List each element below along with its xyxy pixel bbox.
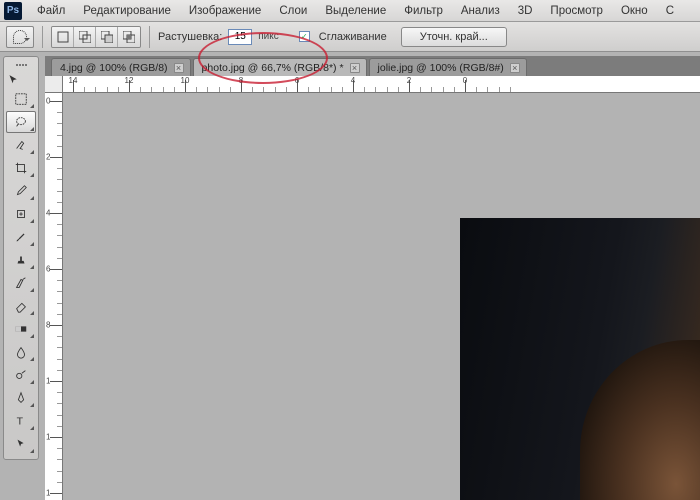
tab-label: jolie.jpg @ 100% (RGB/8#) [378, 62, 504, 74]
close-icon[interactable]: × [510, 63, 520, 73]
canvas-background[interactable] [63, 93, 700, 500]
crop-tool[interactable] [6, 157, 36, 179]
menu-3d[interactable]: 3D [509, 2, 542, 20]
refine-edge-button[interactable]: Уточн. край... [401, 27, 507, 47]
path-select-tool[interactable] [6, 433, 36, 455]
ruler-corner [45, 76, 63, 93]
lasso-icon [13, 30, 27, 44]
dodge-tool[interactable] [6, 364, 36, 386]
eraser-tool[interactable] [6, 295, 36, 317]
document-tab[interactable]: 4.jpg @ 100% (RGB/8) × [51, 58, 191, 76]
document-tab-bar: 4.jpg @ 100% (RGB/8) × photo.jpg @ 66,7% … [45, 56, 700, 76]
clone-stamp-tool[interactable] [6, 249, 36, 271]
tool-panel: T [3, 56, 39, 460]
tab-label: photo.jpg @ 66,7% (RGB/8*) * [202, 62, 344, 74]
image-content [460, 218, 700, 500]
pen-tool[interactable] [6, 387, 36, 409]
history-brush-tool[interactable] [6, 272, 36, 294]
app-logo: Ps [4, 2, 22, 20]
document-area: 14121086420 02468111 [45, 76, 700, 500]
tool-preset-dropdown[interactable] [6, 26, 34, 48]
lasso-tool[interactable] [6, 111, 36, 133]
close-icon[interactable]: × [350, 63, 360, 73]
document-tab[interactable]: jolie.jpg @ 100% (RGB/8#) × [369, 58, 527, 76]
menu-analysis[interactable]: Анализ [452, 2, 509, 20]
menu-help[interactable]: С [657, 2, 683, 20]
menu-file[interactable]: Файл [28, 2, 74, 20]
blur-tool[interactable] [6, 341, 36, 363]
feather-unit: пикс [258, 31, 279, 42]
separator [42, 26, 43, 48]
quick-select-tool[interactable] [6, 134, 36, 156]
feather-input[interactable] [228, 29, 252, 45]
menu-select[interactable]: Выделение [316, 2, 395, 20]
ruler-horizontal[interactable]: 14121086420 [63, 76, 700, 93]
brush-tool[interactable] [6, 226, 36, 248]
menu-image[interactable]: Изображение [180, 2, 270, 20]
antialias-checkbox[interactable]: ✓ [299, 31, 310, 42]
healing-brush-tool[interactable] [6, 203, 36, 225]
gradient-tool[interactable] [6, 318, 36, 340]
menu-edit[interactable]: Редактирование [74, 2, 180, 20]
ruler-vertical[interactable]: 02468111 [45, 93, 63, 500]
svg-text:T: T [17, 416, 24, 428]
selection-subtract-button[interactable] [96, 27, 118, 47]
menu-filter[interactable]: Фильтр [395, 2, 452, 20]
selection-intersect-button[interactable] [118, 27, 140, 47]
separator [149, 26, 150, 48]
move-tool[interactable] [6, 72, 21, 87]
image-detail [580, 340, 700, 500]
type-tool[interactable]: T [6, 410, 36, 432]
menu-window[interactable]: Окно [612, 2, 657, 20]
menu-view[interactable]: Просмотр [541, 2, 612, 20]
close-icon[interactable]: × [174, 63, 184, 73]
selection-new-button[interactable] [52, 27, 74, 47]
panel-grip[interactable] [4, 60, 38, 70]
marquee-tool[interactable] [6, 88, 36, 110]
feather-label: Растушевка: [158, 31, 222, 43]
menu-layers[interactable]: Слои [270, 2, 316, 20]
antialias-label: Сглаживание [319, 31, 387, 43]
selection-mode-group [51, 26, 141, 48]
document-tab[interactable]: photo.jpg @ 66,7% (RGB/8*) * × [193, 58, 367, 76]
options-bar: Растушевка: пикс ✓ Сглаживание Уточн. кр… [0, 22, 700, 52]
menu-bar: Ps Файл Редактирование Изображение Слои … [0, 0, 700, 22]
selection-add-button[interactable] [74, 27, 96, 47]
tab-label: 4.jpg @ 100% (RGB/8) [60, 62, 168, 74]
eyedropper-tool[interactable] [6, 180, 36, 202]
